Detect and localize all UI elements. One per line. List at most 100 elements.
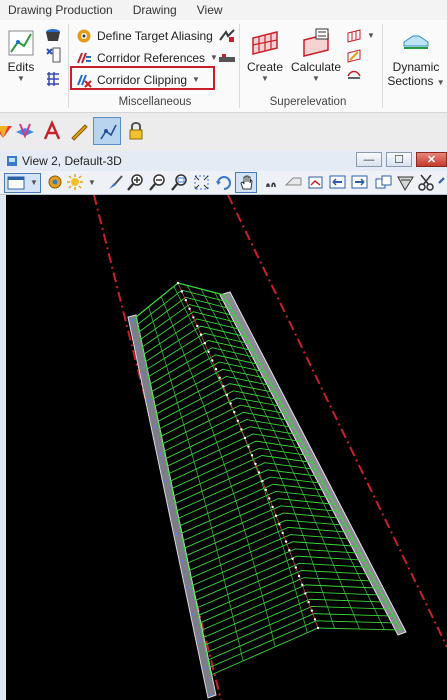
centerline-point (236, 419, 239, 422)
super-grid-icon[interactable] (346, 28, 362, 44)
display-style-icon[interactable] (46, 173, 65, 192)
view-forward-icon[interactable] (350, 173, 369, 192)
window-area-icon[interactable] (170, 173, 189, 192)
bucket-icon[interactable] (44, 27, 62, 43)
layers-icon[interactable] (14, 120, 36, 142)
centerline-point (254, 462, 257, 466)
corridor-references-button[interactable]: Corridor References ▼ (76, 49, 218, 67)
centerline-point (316, 626, 320, 630)
walk-icon[interactable] (262, 173, 281, 192)
longitudinal-line (200, 288, 360, 630)
curb-point (136, 345, 139, 348)
curb-point (181, 560, 184, 563)
pan-view-button[interactable] (235, 172, 257, 193)
corridor-grid-icon[interactable] (44, 70, 62, 88)
super-profile-icon[interactable] (346, 68, 362, 84)
define-target-aliasing-button[interactable]: Define Target Aliasing (76, 27, 213, 45)
centerline-point (196, 324, 199, 328)
color-fan-icon[interactable] (0, 120, 14, 142)
centerline-point (294, 566, 297, 569)
centerline-point (243, 436, 247, 440)
view-attributes-icon (7, 176, 25, 190)
centerline-point (271, 505, 274, 509)
centerline-point (188, 307, 191, 310)
centerline-point (264, 488, 267, 491)
tab-drawing-production[interactable]: Drawing Production (0, 3, 123, 17)
dynamic-sections-icon (403, 35, 429, 49)
centerline-point (240, 428, 243, 431)
cross-section-line (209, 620, 398, 668)
clip-volume-icon[interactable] (396, 173, 415, 192)
curb-point (186, 586, 189, 589)
text-style-icon[interactable] (41, 120, 63, 142)
ribbon-tab-bar: Drawing Production Drawing View (0, 0, 447, 20)
chevron-down-icon[interactable]: ▼ (367, 31, 375, 41)
scissors-icon[interactable] (417, 173, 436, 192)
curb-point (203, 667, 206, 670)
corridor-3d-model (93, 195, 447, 700)
chevron-down-icon: ▼ (261, 74, 269, 83)
snap-button[interactable] (93, 117, 121, 145)
edits-button[interactable]: Edits ▼ (6, 28, 36, 84)
edits-label: Edits (7, 60, 35, 74)
centerline-point (247, 445, 250, 448)
view-split-icon[interactable] (374, 173, 393, 192)
calculate-button[interactable]: Calculate ▼ (291, 28, 341, 84)
rotate-view-icon[interactable] (214, 173, 233, 192)
more-tools-icon[interactable] (436, 173, 447, 192)
fit-view-icon[interactable] (192, 173, 211, 192)
chevron-down-icon[interactable]: ▼ (88, 178, 96, 188)
cross-section-line (198, 570, 372, 616)
centerline-point (268, 497, 271, 500)
curb-point (153, 426, 156, 429)
copy-view-icon[interactable] (328, 173, 347, 192)
curb-point (192, 613, 195, 616)
brush-icon[interactable] (106, 173, 125, 192)
lighting-icon[interactable] (66, 173, 85, 192)
zoom-in-icon[interactable] (126, 173, 145, 192)
centerline-point (207, 350, 210, 353)
chevron-down-icon: ▼ (30, 178, 38, 187)
curb-point (169, 506, 173, 509)
centerline-point (250, 454, 254, 457)
maximize-button[interactable]: ☐ (386, 152, 412, 167)
misc-group-label: Miscellaneous (118, 96, 192, 108)
cross-section-line (157, 383, 276, 422)
centerline-point (218, 376, 221, 379)
edits-icon (8, 30, 34, 56)
lock-icon[interactable] (125, 120, 147, 142)
station-edit-icon[interactable] (44, 46, 62, 64)
tab-drawing[interactable]: Drawing (123, 3, 187, 17)
centerline-point (199, 333, 203, 336)
dynamic-sections-button[interactable]: Dynamic Sections ▼ (387, 28, 445, 88)
aliasing-extra-icon[interactable] (218, 28, 236, 44)
corridor-references-icon (77, 52, 91, 64)
next-view-icon[interactable] (306, 173, 325, 192)
snap-icon (100, 124, 117, 140)
sections-label: Sections (387, 74, 434, 88)
cross-section-line (160, 397, 284, 437)
drawing-canvas[interactable] (6, 195, 447, 700)
superelevation-create-icon (252, 31, 278, 55)
zoom-out-icon[interactable] (148, 173, 167, 192)
centerline-point (291, 557, 294, 560)
pencil-icon[interactable] (68, 120, 90, 142)
view-attributes-button[interactable]: ▼ (4, 173, 41, 193)
close-icon: ✕ (426, 154, 437, 166)
close-button[interactable]: ✕ (416, 152, 447, 167)
centerline-point (310, 609, 313, 612)
chevron-down-icon: ▼ (436, 78, 445, 87)
sections-label-row: Sections ▼ (387, 74, 444, 88)
view-toolbar: ▼ ▼ (0, 171, 447, 195)
create-button[interactable]: Create ▼ (247, 28, 283, 84)
curb-point (197, 640, 200, 643)
references-extra-icon[interactable] (218, 51, 236, 67)
minimize-button[interactable]: — (356, 152, 382, 167)
super-edit-icon[interactable] (346, 48, 362, 64)
tab-view[interactable]: View (187, 3, 233, 17)
previous-view-icon[interactable] (284, 173, 303, 192)
cross-section-line (207, 613, 394, 661)
left-curb-strip (127, 314, 217, 699)
centerline-point (229, 402, 232, 405)
centerline-point (184, 299, 187, 302)
